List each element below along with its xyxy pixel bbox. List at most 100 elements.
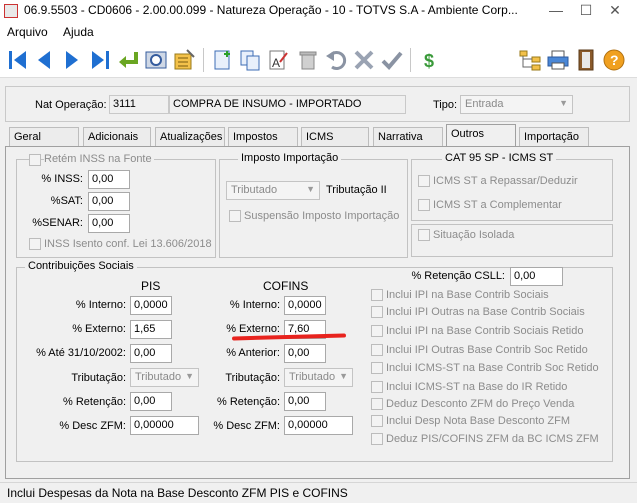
retem-inss-checkbox[interactable] — [29, 154, 41, 166]
cofins-externo-label: % Externo: — [226, 323, 280, 335]
opt-deduz-pis-cofins-label: Deduz PIS/COFINS ZFM da BC ICMS ZFM — [386, 433, 599, 445]
opt-deduz-zfm-label: Deduz Desconto ZFM do Preço Venda — [386, 398, 575, 410]
icms-st-complementar-checkbox[interactable] — [418, 199, 430, 211]
menu-arquivo[interactable]: Arquivo — [7, 25, 48, 39]
cofins-retencao-label: % Retenção: — [217, 396, 280, 408]
pis-interno-label: % Interno: — [75, 299, 126, 311]
cofins-zfm-label: % Desc ZFM: — [213, 420, 280, 432]
copy-icon[interactable] — [238, 48, 262, 72]
chevron-down-icon: ▼ — [559, 98, 568, 108]
psenar-input[interactable]: 0,00 — [88, 214, 130, 233]
opt-desp-nota-zfm-label: Inclui Desp Nota Base Desconto ZFM — [386, 415, 571, 427]
imposto-importacao-title: Imposto Importação — [238, 152, 342, 164]
opt-ipi-base-checkbox[interactable] — [371, 289, 383, 301]
pis-interno-input[interactable]: 0,0000 — [130, 296, 172, 315]
cofins-zfm-input[interactable]: 0,00000 — [284, 416, 353, 435]
situacao-isolada-checkbox[interactable] — [418, 229, 430, 241]
tab-importacao[interactable]: Importação — [519, 127, 589, 146]
cofins-interno-input[interactable]: 0,0000 — [284, 296, 326, 315]
last-record-icon[interactable] — [88, 48, 112, 72]
situacao-isolada-label: Situação Isolada — [433, 229, 515, 241]
tree-icon[interactable] — [518, 48, 542, 72]
icms-st-complementar-label: ICMS ST a Complementar — [433, 199, 562, 211]
chevron-down-icon: ▼ — [339, 371, 348, 381]
tab-atualizacoes[interactable]: Atualizações — [155, 127, 225, 146]
exit-icon[interactable] — [574, 48, 598, 72]
status-text: Inclui Despesas da Nota na Base Desconto… — [7, 486, 348, 500]
close-button[interactable]: ✕ — [600, 0, 630, 22]
opt-ipi-outras-checkbox[interactable] — [371, 306, 383, 318]
opt-icms-st-retido-checkbox[interactable] — [371, 362, 383, 374]
pinss-label: % INSS: — [41, 173, 83, 185]
pis-tributacao-select[interactable]: Tributado ▼ — [130, 368, 199, 387]
opt-icms-st-ir-checkbox[interactable] — [371, 381, 383, 393]
pis-retencao-input[interactable]: 0,00 — [130, 392, 172, 411]
menu-bar: Arquivo Ajuda — [0, 22, 637, 42]
confirm-icon[interactable] — [380, 48, 404, 72]
opt-icms-st-retido-label: Inclui ICMS-ST na Base Contrib Soc Retid… — [386, 362, 599, 374]
toolbar: A $ ? — [0, 42, 637, 78]
opt-ipi-base-label: Inclui IPI na Base Contrib Sociais — [386, 289, 549, 301]
edit-icon[interactable]: A — [266, 48, 290, 72]
list-icon[interactable] — [172, 48, 196, 72]
print-icon[interactable] — [546, 48, 570, 72]
cofins-anterior-input[interactable]: 0,00 — [284, 344, 326, 363]
previous-record-icon[interactable] — [32, 48, 56, 72]
nat-operacao-label: Nat Operação: — [35, 99, 107, 111]
opt-ipi-outras-retido-checkbox[interactable] — [371, 344, 383, 356]
pis-zfm-label: % Desc ZFM: — [59, 420, 126, 432]
nat-operacao-description[interactable]: COMPRA DE INSUMO - IMPORTADO — [169, 95, 406, 114]
opt-desp-nota-zfm-checkbox[interactable] — [371, 415, 383, 427]
csll-input[interactable]: 0,00 — [510, 267, 563, 286]
opt-ipi-retido-checkbox[interactable] — [371, 325, 383, 337]
suspensao-ii-checkbox[interactable] — [229, 210, 241, 222]
inss-isento-label: INSS Isento conf. Lei 13.606/2018 — [44, 238, 212, 250]
cat95-title: CAT 95 SP - ICMS ST — [442, 152, 557, 164]
tipo-select[interactable]: Entrada ▼ — [460, 95, 573, 114]
dollar-icon[interactable]: $ — [418, 48, 442, 72]
opt-deduz-zfm-checkbox[interactable] — [371, 398, 383, 410]
icms-st-repassar-checkbox[interactable] — [418, 175, 430, 187]
psat-label: %SAT: — [50, 195, 83, 207]
tab-adicionais[interactable]: Adicionais — [83, 127, 151, 146]
new-record-icon[interactable] — [210, 48, 234, 72]
help-icon[interactable]: ? — [602, 48, 626, 72]
chevron-down-icon: ▼ — [306, 184, 315, 194]
pis-zfm-input[interactable]: 0,00000 — [130, 416, 199, 435]
undo-icon[interactable] — [324, 48, 348, 72]
menu-ajuda[interactable]: Ajuda — [63, 25, 94, 39]
pis-externo-input[interactable]: 1,65 — [130, 320, 172, 339]
cofins-anterior-label: % Anterior: — [226, 347, 280, 359]
inss-isento-checkbox[interactable] — [29, 238, 41, 250]
chevron-down-icon: ▼ — [185, 371, 194, 381]
psat-input[interactable]: 0,00 — [88, 192, 130, 211]
nat-operacao-code[interactable]: 3111 — [109, 95, 169, 114]
maximize-button[interactable]: ☐ — [571, 0, 601, 22]
tab-geral[interactable]: Geral — [9, 127, 79, 146]
suspensao-ii-label: Suspensão Imposto Importação — [244, 210, 400, 222]
tab-narrativa[interactable]: Narrativa — [373, 127, 443, 146]
tributacao-ii-select[interactable]: Tributado ▼ — [226, 181, 320, 200]
pinss-input[interactable]: 0,00 — [88, 170, 130, 189]
cofins-tributacao-select[interactable]: Tributado ▼ — [284, 368, 353, 387]
svg-text:?: ? — [610, 52, 619, 68]
delete-icon[interactable] — [296, 48, 320, 72]
tab-impostos[interactable]: Impostos — [228, 127, 298, 146]
cancel-icon[interactable] — [352, 48, 376, 72]
opt-deduz-pis-cofins-checkbox[interactable] — [371, 433, 383, 445]
pis-ate-label: % Até 31/10/2002: — [36, 347, 126, 359]
title-bar: 06.9.5503 - CD0606 - 2.00.00.099 - Natur… — [0, 0, 637, 22]
minimize-button[interactable]: — — [541, 0, 571, 22]
tributacao-ii-label: Tributação II — [326, 184, 387, 196]
cofins-retencao-input[interactable]: 0,00 — [284, 392, 326, 411]
opt-ipi-outras-label: Inclui IPI Outras na Base Contrib Sociai… — [386, 306, 585, 318]
pis-ate-input[interactable]: 0,00 — [130, 344, 172, 363]
status-bar: Inclui Despesas da Nota na Base Desconto… — [0, 482, 637, 503]
tab-outros[interactable]: Outros — [446, 124, 516, 147]
first-record-icon[interactable] — [6, 48, 30, 72]
contribuicoes-sociais-title: Contribuições Sociais — [25, 260, 137, 272]
tab-icms[interactable]: ICMS — [301, 127, 369, 146]
next-record-icon[interactable] — [60, 48, 84, 72]
goto-icon[interactable] — [116, 48, 140, 72]
search-icon[interactable] — [144, 48, 168, 72]
